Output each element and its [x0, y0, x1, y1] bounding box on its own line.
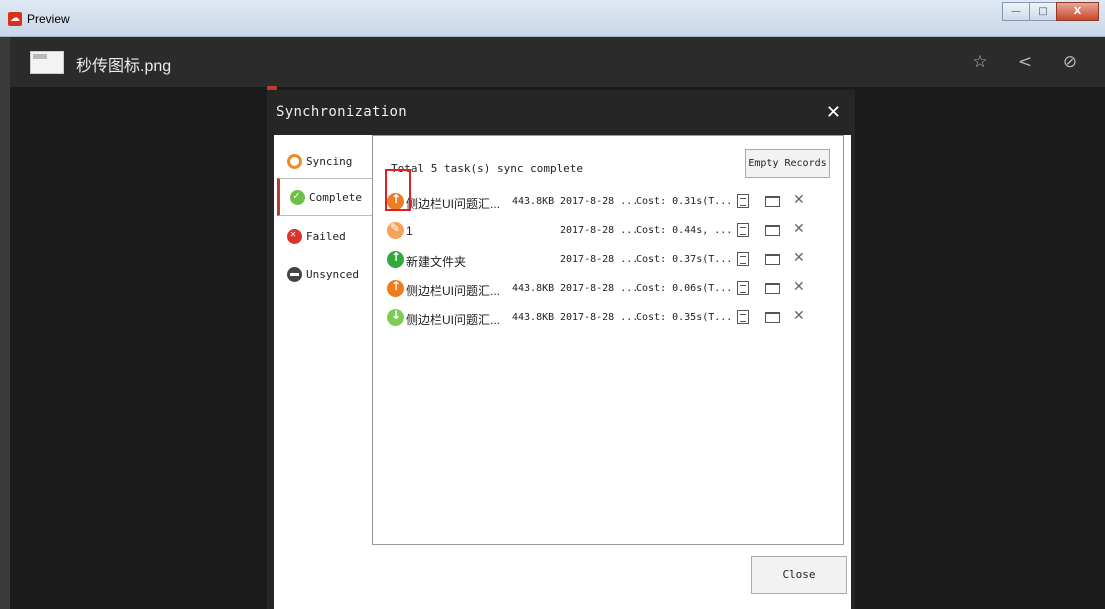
- task-cost: Cost: 0.35s(T...: [636, 312, 733, 323]
- tab-label: Unsynced: [306, 267, 359, 281]
- remove-icon[interactable]: ✕: [793, 221, 805, 237]
- task-cost: Cost: 0.31s(T...: [636, 196, 733, 207]
- task-row[interactable]: 侧边栏UI问题汇... 443.8KB 2017-8-28 ... Cost: …: [385, 279, 825, 301]
- sync-dialog: Synchronization ✕ Syncing Complete Faile…: [267, 90, 855, 609]
- document-icon[interactable]: [737, 223, 749, 237]
- left-edge: [0, 37, 10, 609]
- task-cost: Cost: 0.06s(T...: [636, 283, 733, 294]
- remove-icon[interactable]: ✕: [793, 250, 805, 266]
- remove-icon[interactable]: ✕: [793, 279, 805, 295]
- download-green-icon: [387, 308, 404, 326]
- task-row[interactable]: 新建文件夹 2017-8-28 ... Cost: 0.37s(T... ✕: [385, 250, 825, 272]
- window-close-button[interactable]: X: [1056, 2, 1099, 21]
- folder-icon[interactable]: [765, 196, 780, 207]
- tab-label: Complete: [309, 190, 362, 204]
- document-icon[interactable]: [737, 252, 749, 266]
- star-icon[interactable]: ☆: [969, 51, 991, 73]
- task-name: 新建文件夹: [406, 255, 467, 269]
- dialog-title: Synchronization: [276, 104, 407, 120]
- tab-unsynced[interactable]: Unsynced: [277, 255, 373, 293]
- minimize-button[interactable]: —: [1002, 2, 1030, 21]
- task-row[interactable]: 侧边栏UI问题汇... 443.8KB 2017-8-28 ... Cost: …: [385, 192, 825, 214]
- highlight-box: [385, 169, 411, 211]
- viewer-header: 秒传图标.png ☆ < ⊘: [10, 37, 1105, 87]
- minus-circle-icon: [287, 266, 302, 282]
- window-title: Preview: [27, 12, 70, 26]
- task-name: 侧边栏UI问题汇...: [406, 197, 501, 211]
- folder-icon[interactable]: [765, 225, 780, 236]
- dialog-close-icon[interactable]: ✕: [826, 102, 841, 123]
- x-circle-icon: [287, 228, 302, 244]
- file-thumbnail: [30, 51, 64, 74]
- remove-icon[interactable]: ✕: [793, 308, 805, 324]
- task-name: 侧边栏UI问题汇...: [406, 284, 501, 298]
- tab-complete[interactable]: Complete: [277, 178, 373, 216]
- window-titlebar: ☁ Preview — □ X: [0, 0, 1105, 37]
- task-cost: Cost: 0.37s(T...: [636, 254, 733, 265]
- task-date: 2017-8-28 ...: [560, 283, 639, 294]
- remove-icon[interactable]: ✕: [793, 192, 805, 208]
- folder-icon[interactable]: [765, 283, 780, 294]
- document-icon[interactable]: [737, 281, 749, 295]
- empty-records-button[interactable]: Empty Records: [745, 149, 830, 178]
- folder-icon[interactable]: [765, 254, 780, 265]
- task-row[interactable]: 1 2017-8-28 ... Cost: 0.44s, ... ✕: [385, 221, 825, 243]
- folder-icon[interactable]: [765, 312, 780, 323]
- check-circle-icon: [290, 189, 305, 205]
- close-button[interactable]: Close: [751, 556, 847, 594]
- tab-label: Failed: [306, 229, 346, 243]
- task-date: 2017-8-28 ...: [560, 312, 639, 323]
- sync-icon: [287, 153, 302, 169]
- app-logo-icon: ☁: [8, 12, 22, 26]
- side-tabs: Syncing Complete Failed Unsynced: [277, 135, 374, 609]
- task-name: 1: [406, 224, 413, 238]
- maximize-button[interactable]: □: [1029, 2, 1057, 21]
- task-size: 443.8KB: [512, 196, 555, 207]
- document-icon[interactable]: [737, 194, 749, 208]
- task-size: 443.8KB: [512, 283, 555, 294]
- task-name: 侧边栏UI问题汇...: [406, 313, 501, 327]
- sync-summary: Total 5 task(s) sync complete: [391, 162, 584, 175]
- upload-green-icon: [387, 250, 404, 268]
- task-row[interactable]: 侧边栏UI问题汇... 443.8KB 2017-8-28 ... Cost: …: [385, 308, 825, 330]
- tab-label: Syncing: [306, 154, 353, 168]
- link-icon[interactable]: ⊘: [1059, 51, 1081, 73]
- task-date: 2017-8-28 ...: [560, 254, 639, 265]
- share-icon[interactable]: <: [1014, 51, 1036, 73]
- window-controls: — □ X: [1002, 2, 1099, 21]
- task-cost: Cost: 0.44s, ...: [636, 225, 733, 236]
- task-date: 2017-8-28 ...: [560, 196, 639, 207]
- task-date: 2017-8-28 ...: [560, 225, 639, 236]
- tab-failed[interactable]: Failed: [277, 217, 373, 255]
- dialog-body: Syncing Complete Failed Unsynced Total 5…: [274, 135, 851, 609]
- tab-syncing[interactable]: Syncing: [277, 142, 373, 180]
- document-icon[interactable]: [737, 310, 749, 324]
- file-name: 秒传图标.png: [76, 58, 172, 75]
- upload-orange-icon: [387, 279, 404, 297]
- task-size: 443.8KB: [512, 312, 555, 323]
- task-panel: Total 5 task(s) sync complete Empty Reco…: [372, 135, 844, 545]
- edit-orange-icon: [387, 221, 404, 239]
